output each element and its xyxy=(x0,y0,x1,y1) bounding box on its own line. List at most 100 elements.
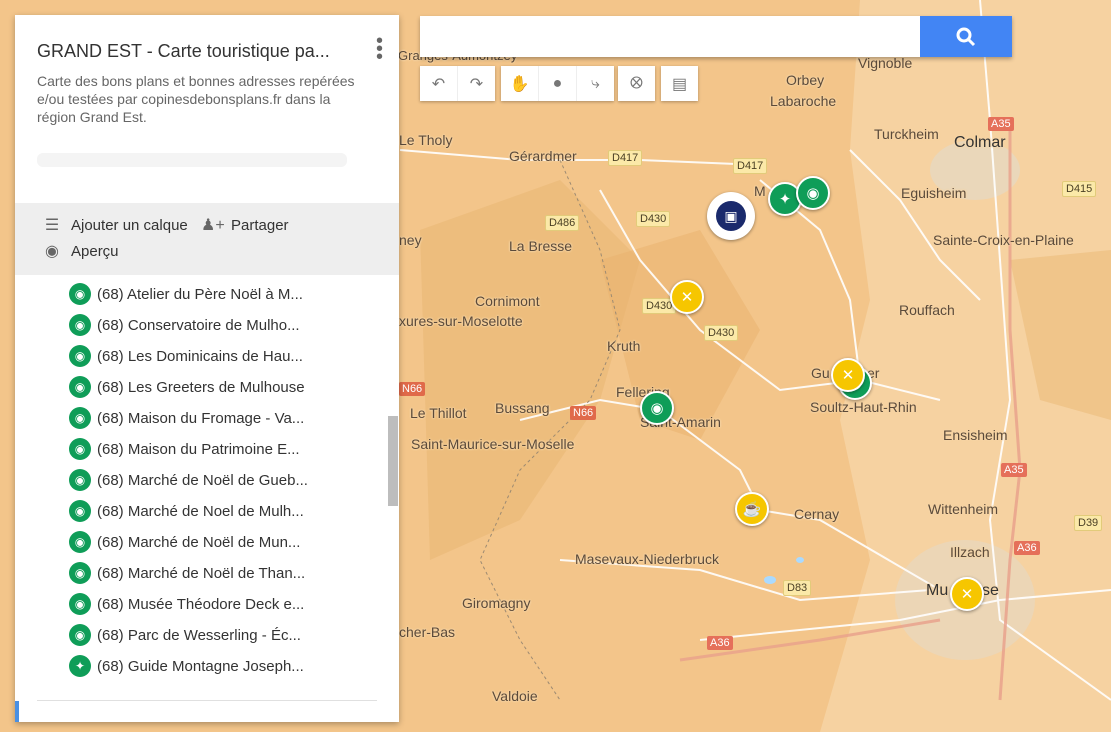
restaurant-marker[interactable]: ✕ xyxy=(670,280,704,314)
road-label: D430 xyxy=(636,211,671,227)
place-label: Gu xyxy=(811,365,830,381)
list-item[interactable]: ◉ (68) Maison du Patrimoine E... xyxy=(69,436,300,462)
list-item[interactable]: ◉ (68) Parc de Wesserling - Éc... xyxy=(69,622,301,648)
add-marker-icon[interactable]: ● xyxy=(539,66,577,101)
place-label: Ensisheim xyxy=(943,427,1008,443)
ruler-icon[interactable]: ▤ xyxy=(661,66,698,101)
list-item[interactable]: ◉ (68) Marché de Noël de Mun... xyxy=(69,529,300,555)
place-label: se xyxy=(982,582,999,599)
list-item-label: (68) Marché de Noel de Mulh... xyxy=(97,502,304,520)
place-label: La Bresse xyxy=(509,238,573,254)
road-label: A36 xyxy=(1014,541,1040,555)
fork-knife-icon: ✕ xyxy=(841,367,855,384)
list-item[interactable]: ✦ (68) Guide Montagne Joseph... xyxy=(69,653,304,679)
share-label: Partager xyxy=(231,216,289,234)
add-layer-label: Ajouter un calque xyxy=(71,216,188,234)
list-item-label: (68) Marché de Noël de Gueb... xyxy=(97,471,308,489)
place-label: Gérardmer xyxy=(509,148,577,164)
redo-icon[interactable]: ↷ xyxy=(458,66,495,101)
list-item[interactable]: ◉ (68) Conservatoire de Mulho... xyxy=(69,312,300,338)
search-button[interactable] xyxy=(920,16,1012,57)
attraction-marker[interactable]: ◉ xyxy=(796,176,830,210)
place-label: Le Thillot xyxy=(410,405,467,421)
preview-label: Aperçu xyxy=(71,242,119,260)
place-label: Illzach xyxy=(950,544,990,560)
add-layer-button[interactable]: ☰ Ajouter un calque xyxy=(41,215,188,235)
measure-toolbar: ▤ xyxy=(661,66,698,101)
list-item[interactable]: ◉ (68) Atelier du Père Noël à M... xyxy=(69,281,303,307)
place-label: Vignoble xyxy=(858,55,913,71)
hiker-icon: ✦ xyxy=(778,191,792,208)
layer-selected-indicator xyxy=(15,701,19,722)
map-title[interactable]: GRAND EST - Carte touristique pa... xyxy=(37,41,357,62)
place-icon: ◉ xyxy=(69,438,91,460)
cafe-marker[interactable]: ☕ xyxy=(735,492,769,526)
place-label: Valdoie xyxy=(492,688,538,704)
place-label: Saint-Maurice-sur-Moselle xyxy=(411,436,575,452)
place-label: Masevaux-Niederbruck xyxy=(575,551,719,567)
attraction-marker[interactable]: ◉ xyxy=(640,391,674,425)
place-label: Colmar xyxy=(954,134,1006,151)
search-icon xyxy=(956,27,976,46)
preview-button[interactable]: ◉ Aperçu xyxy=(41,241,119,261)
road-label: D415 xyxy=(1062,181,1097,197)
list-item[interactable]: ◉ (68) Les Dominicains de Hau... xyxy=(69,343,303,369)
share-button[interactable]: ♟+ Partager xyxy=(201,215,289,235)
place-icon: ◉ xyxy=(69,345,91,367)
list-item-label: (68) Guide Montagne Joseph... xyxy=(97,657,304,675)
place-label: ney xyxy=(399,232,422,248)
bed-icon: ▣ xyxy=(716,201,746,231)
panel-actions: ☰ Ajouter un calque ♟+ Partager ◉ Aperçu xyxy=(15,203,399,275)
more-options-icon[interactable]: • • • xyxy=(376,31,383,67)
list-item[interactable]: ◉ (68) Marché de Noël de Than... xyxy=(69,560,305,586)
place-label: Sainte-Croix-en-Plaine xyxy=(933,232,1074,248)
place-icon: ◉ xyxy=(69,469,91,491)
scrollbar-thumb[interactable] xyxy=(388,416,398,506)
list-item-label: (68) Marché de Noël de Mun... xyxy=(97,533,301,551)
place-label: Giromagny xyxy=(462,595,531,611)
undo-icon[interactable]: ↶ xyxy=(420,66,458,101)
restaurant-marker[interactable]: ✕ xyxy=(950,577,984,611)
fork-knife-icon: ✕ xyxy=(960,586,974,603)
place-label: M xyxy=(754,183,766,199)
list-item-label: (68) Parc de Wesserling - Éc... xyxy=(97,626,301,644)
road-label: D83 xyxy=(783,580,812,596)
road-label: A35 xyxy=(988,117,1014,131)
list-item-label: (68) Conservatoire de Mulho... xyxy=(97,316,300,334)
place-icon: ◉ xyxy=(69,531,91,553)
add-person-icon: ♟+ xyxy=(201,217,225,234)
hiker-icon: ✦ xyxy=(69,655,91,677)
divider xyxy=(37,700,377,701)
road-label: D430 xyxy=(704,325,739,341)
directions-icon[interactable]: ⭙ xyxy=(618,66,655,101)
fork-knife-icon: ✕ xyxy=(680,289,694,306)
place-label: Labaroche xyxy=(770,93,837,109)
place-icon: ◉ xyxy=(69,500,91,522)
eye-icon: ◉ xyxy=(45,243,59,260)
road-label: D417 xyxy=(608,150,643,166)
directions-toolbar: ⭙ xyxy=(618,66,655,101)
place-label: Turckheim xyxy=(874,126,939,142)
list-item-label: (68) Les Dominicains de Hau... xyxy=(97,347,303,365)
search-input[interactable] xyxy=(420,16,910,57)
list-item[interactable]: ◉ (68) Les Greeters de Mulhouse xyxy=(69,374,305,400)
pan-hand-icon[interactable]: ✋ xyxy=(501,66,539,101)
place-icon: ◉ xyxy=(69,376,91,398)
list-item[interactable]: ◉ (68) Maison du Fromage - Va... xyxy=(69,405,304,431)
place-icon: ◉ xyxy=(69,624,91,646)
list-item-label: (68) Musée Théodore Deck e... xyxy=(97,595,305,613)
draw-line-icon[interactable]: ⤷ xyxy=(577,66,614,101)
place-label: Eguisheim xyxy=(901,185,967,201)
place-label: Wittenheim xyxy=(928,501,999,517)
place-label: Bussang xyxy=(495,400,550,416)
place-label: cher-Bas xyxy=(399,624,456,640)
coffee-cup-icon: ☕ xyxy=(742,501,762,518)
place-label: Cornimont xyxy=(475,293,540,309)
lodging-marker[interactable]: ▣ xyxy=(707,192,755,240)
list-item[interactable]: ◉ (68) Marché de Noel de Mulh... xyxy=(69,498,304,524)
list-item[interactable]: ◉ (68) Musée Théodore Deck e... xyxy=(69,591,304,617)
list-item[interactable]: ◉ (68) Marché de Noël de Gueb... xyxy=(69,467,308,493)
place-icon: ◉ xyxy=(69,283,91,305)
restaurant-marker[interactable]: ✕ xyxy=(831,358,865,392)
place-label: Soultz-Haut-Rhin xyxy=(810,399,917,415)
